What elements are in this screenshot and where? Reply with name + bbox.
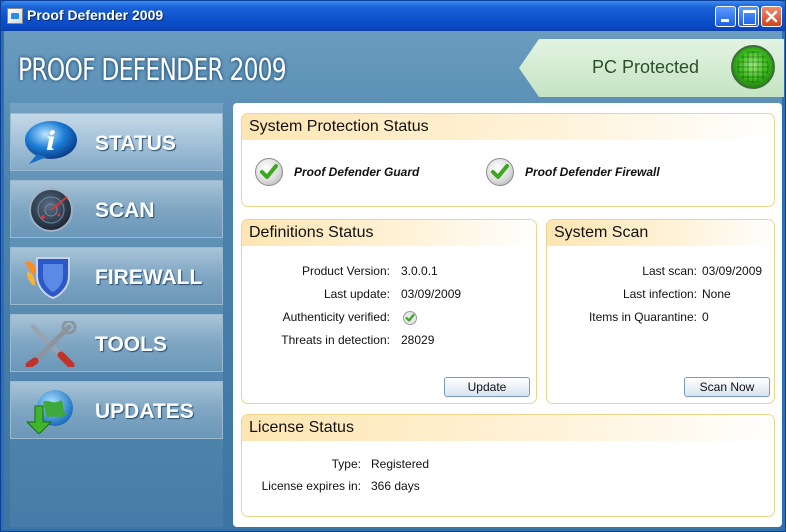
svg-text:i: i xyxy=(46,127,56,157)
field-label: Authenticity verified: xyxy=(282,310,390,324)
sidebar-item-status[interactable]: i STATUS xyxy=(10,113,223,171)
system-protection-card: System Protection Status Proof Defender … xyxy=(241,113,775,207)
window-title: Proof Defender 2009 xyxy=(27,7,164,23)
sidebar-item-updates[interactable]: UPDATES xyxy=(10,381,223,439)
field-label: Items in Quarantine: xyxy=(588,310,697,324)
sidebar-item-label: FIREWALL xyxy=(95,266,203,289)
verified-check-icon xyxy=(403,311,417,328)
close-button[interactable] xyxy=(761,6,782,27)
definitions-status-card: Definitions Status Product Version: 3.0.… xyxy=(241,219,537,404)
card-title: License Status xyxy=(242,415,774,441)
close-icon xyxy=(765,10,778,23)
maximize-button[interactable] xyxy=(738,6,759,27)
update-button[interactable]: Update xyxy=(444,377,530,397)
sidebar-item-tools[interactable]: TOOLS xyxy=(10,314,223,372)
field-value: 366 days xyxy=(371,479,420,493)
guard-status-label: Proof Defender Guard xyxy=(294,165,420,179)
sidebar-item-firewall[interactable]: FIREWALL xyxy=(10,247,223,305)
title-bar[interactable]: Proof Defender 2009 xyxy=(1,1,785,31)
sidebar: i STATUS SCAN FIREWALL TOOLS UPDATES xyxy=(10,103,223,527)
field-value: 28029 xyxy=(401,333,435,347)
field-value: 3.0.0.1 xyxy=(401,264,438,278)
card-title: System Protection Status xyxy=(242,114,774,140)
tools-icon xyxy=(25,321,77,367)
field-label: Last infection: xyxy=(622,287,697,301)
field-value: None xyxy=(702,287,731,301)
check-icon xyxy=(486,158,514,186)
main-content: System Protection Status Proof Defender … xyxy=(233,103,782,527)
radar-icon xyxy=(29,188,73,232)
app-window: Proof Defender 2009 PROOF DEFENDER 2009 … xyxy=(0,0,786,532)
field-label: Type: xyxy=(331,457,361,471)
protection-status-banner: PC Protected xyxy=(519,39,784,97)
protection-status-label: PC Protected xyxy=(592,57,700,77)
sidebar-item-label: TOOLS xyxy=(95,333,167,356)
field-value: 0 xyxy=(702,310,709,324)
field-value: Registered xyxy=(371,457,430,471)
sidebar-item-label: UPDATES xyxy=(95,400,194,423)
globe-download-icon xyxy=(25,390,73,434)
scan-now-button[interactable]: Scan Now xyxy=(684,377,770,397)
field-label: Product Version: xyxy=(301,264,390,278)
check-icon xyxy=(255,158,283,186)
shield-icon xyxy=(25,257,70,300)
app-body: PROOF DEFENDER 2009 PC Protected i STATU… xyxy=(4,31,784,529)
sidebar-item-scan[interactable]: SCAN xyxy=(10,180,223,238)
sidebar-item-label: STATUS xyxy=(95,132,176,155)
card-title: Definitions Status xyxy=(242,220,536,246)
field-label: License expires in: xyxy=(261,479,361,493)
app-icon xyxy=(7,8,23,24)
field-label: Last scan: xyxy=(642,264,697,278)
card-title: System Scan xyxy=(547,220,774,246)
status-indicator-icon xyxy=(731,45,775,89)
sidebar-item-label: SCAN xyxy=(95,199,155,222)
firewall-status-label: Proof Defender Firewall xyxy=(525,165,660,179)
license-status-card: License Status Type: Registered License … xyxy=(241,414,775,517)
system-scan-card: System Scan Last scan: 03/09/2009 Last i… xyxy=(546,219,775,404)
field-value: 03/09/2009 xyxy=(702,264,763,278)
minimize-button[interactable] xyxy=(715,6,736,27)
field-label: Last update: xyxy=(323,287,390,301)
field-label: Threats in detection: xyxy=(281,333,390,347)
brand-logo: PROOF DEFENDER 2009 xyxy=(18,53,287,88)
field-value: 03/09/2009 xyxy=(401,287,462,301)
speech-bubble-icon: i xyxy=(25,121,77,164)
